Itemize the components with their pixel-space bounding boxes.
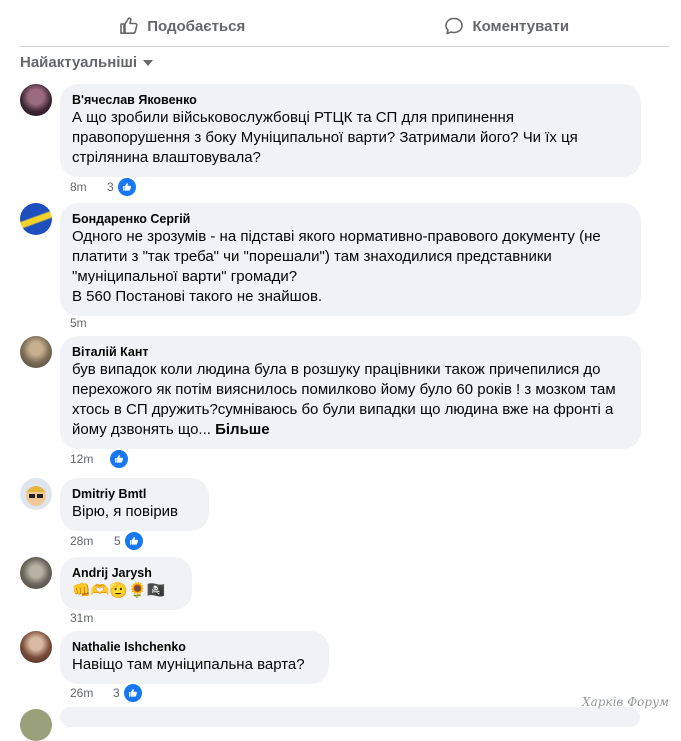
- reaction-count[interactable]: 3: [107, 176, 138, 198]
- comment-sort-dropdown[interactable]: Найактуальніші: [20, 53, 154, 71]
- see-more-link[interactable]: Більше: [215, 421, 270, 438]
- comment-meta: 12m: [70, 448, 130, 470]
- reaction-count[interactable]: 5: [114, 530, 145, 552]
- comment-bubble: [60, 707, 640, 727]
- comment-meta: 28m 5: [70, 530, 145, 552]
- comment-text: 👊🫶🫡🌻🏴‍☠️: [72, 582, 166, 599]
- comment-text: був випадок коли людина була в розшуку п…: [72, 360, 629, 440]
- sort-label: Найактуальніші: [20, 53, 138, 71]
- comment-label: Коментувати: [472, 17, 570, 35]
- comment-time[interactable]: 31m: [70, 611, 93, 625]
- like-label: Подобається: [147, 17, 246, 35]
- avatar[interactable]: [20, 709, 52, 741]
- comment-author[interactable]: Віталій Кант: [72, 344, 629, 360]
- comment-meta: 26m 3: [70, 682, 144, 704]
- comment-author[interactable]: Бондаренко Сергій: [72, 211, 629, 227]
- watermark: Харків Форум: [582, 695, 669, 709]
- comment-time[interactable]: 12m: [70, 452, 93, 466]
- comment-bubble: Nathalie Ishchenko Навіщо там муніципаль…: [60, 631, 329, 684]
- like-reaction-icon: [122, 530, 145, 552]
- comment-bubble: Віталій Кант був випадок коли людина бул…: [60, 336, 641, 449]
- comment-icon: [444, 16, 464, 36]
- cartoon-avatar-icon: [26, 486, 46, 506]
- comment-time[interactable]: 28m: [70, 534, 93, 548]
- reaction-count[interactable]: [108, 448, 130, 470]
- avatar[interactable]: [20, 478, 52, 510]
- comment-author[interactable]: Dmitriy Bmtl: [72, 486, 197, 502]
- like-reaction-icon: [121, 682, 144, 704]
- like-reaction-icon: [115, 176, 138, 198]
- comment-time[interactable]: 26m: [70, 686, 93, 700]
- reaction-count-value: 5: [114, 534, 121, 548]
- reaction-count-value: 3: [113, 686, 120, 700]
- caret-down-icon: [143, 60, 154, 66]
- like-button[interactable]: Подобається: [20, 6, 345, 46]
- comment-text: Одного не зрозумів - на підставі якого н…: [72, 228, 601, 305]
- comment-text: А що зробили військовослужбовці РТЦК та …: [72, 109, 578, 166]
- comment-time[interactable]: 5m: [70, 316, 87, 330]
- reaction-count[interactable]: 3: [113, 682, 144, 704]
- reaction-count-value: 3: [107, 180, 114, 194]
- avatar[interactable]: [20, 557, 52, 589]
- comment-author[interactable]: В'ячеслав Яковенко: [72, 92, 629, 108]
- avatar[interactable]: [20, 336, 52, 368]
- comment-bubble: Бондаренко Сергій Одного не зрозумів - н…: [60, 203, 641, 316]
- comment-button[interactable]: Коментувати: [345, 6, 670, 46]
- comment-meta: 5m: [70, 313, 87, 333]
- comment-author[interactable]: Nathalie Ishchenko: [72, 639, 317, 655]
- avatar[interactable]: [20, 631, 52, 663]
- comment-text-body: був випадок коли людина була в розшуку п…: [72, 361, 616, 438]
- like-reaction-icon: [108, 448, 130, 470]
- post-actions-bar: Подобається Коментувати: [20, 6, 669, 47]
- comment-meta: 31m: [70, 608, 93, 628]
- thumbs-up-icon: [119, 16, 139, 36]
- avatar[interactable]: [20, 203, 52, 235]
- comment-time[interactable]: 8m: [70, 180, 87, 194]
- comment-text: Навіщо там муніципальна варта?: [72, 656, 305, 673]
- comment-meta: 8m 3: [70, 176, 138, 198]
- comment-bubble: Andrij Jarysh 👊🫶🫡🌻🏴‍☠️: [60, 557, 192, 610]
- comment-bubble: Dmitriy Bmtl Вірю, я повірив: [60, 478, 209, 531]
- comment-bubble: В'ячеслав Яковенко А що зробили військов…: [60, 84, 641, 177]
- comment-text: Вірю, я повірив: [72, 503, 179, 520]
- avatar[interactable]: [20, 84, 52, 116]
- comment-author[interactable]: Andrij Jarysh: [72, 565, 180, 581]
